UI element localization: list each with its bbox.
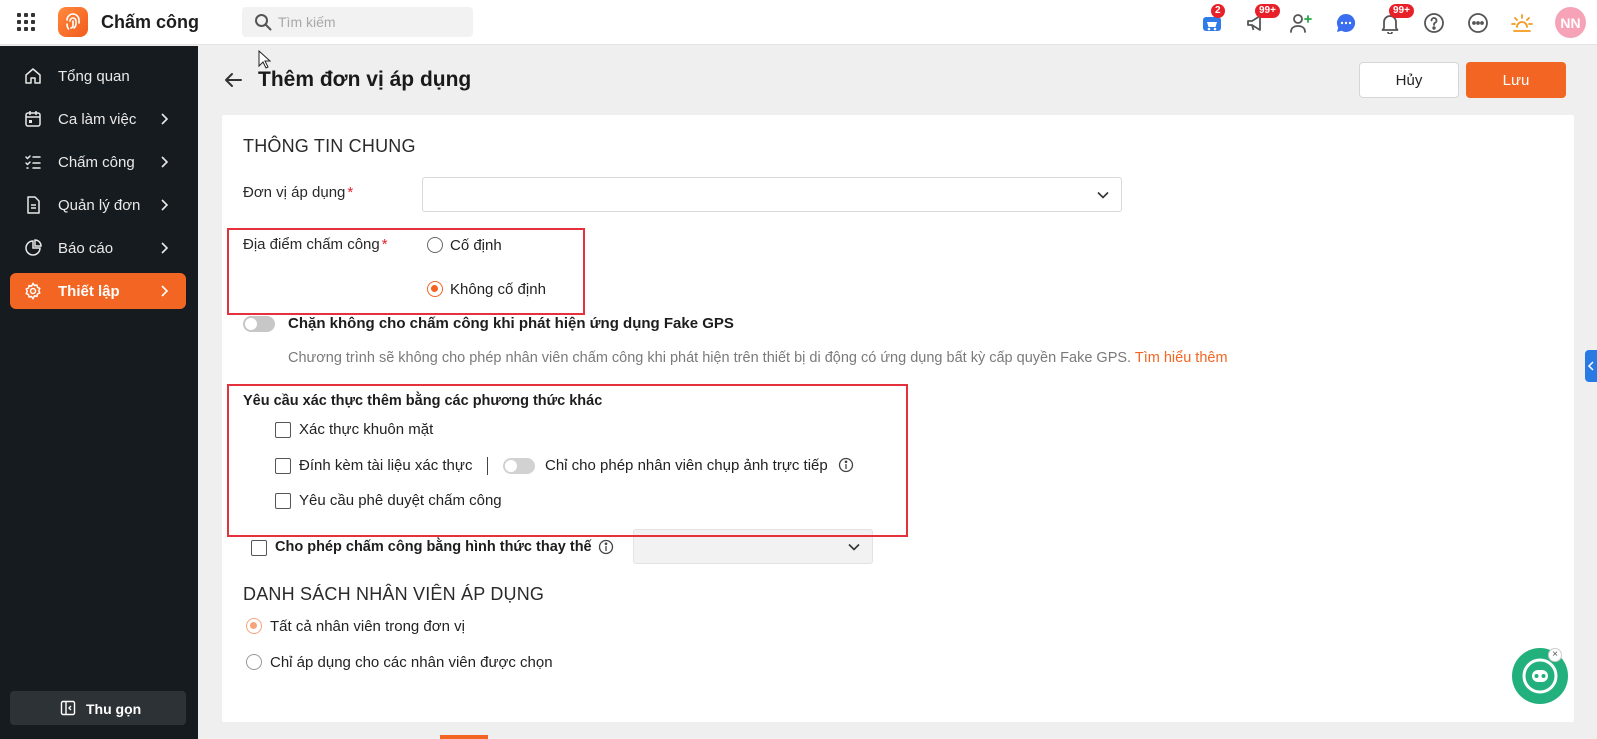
top-bar: Chấm công 2 99+ 99+ NN (0, 0, 1597, 45)
back-arrow-icon[interactable] (222, 69, 244, 91)
unit-field-label: Đơn vị áp dụng * (243, 184, 354, 201)
chevron-right-icon (161, 285, 169, 297)
sidebar-item-label: Tổng quan (58, 68, 130, 85)
highlight-box (227, 228, 585, 315)
sidebar-item-label: Ca làm việc (58, 111, 137, 128)
mouse-cursor-icon (258, 50, 272, 69)
megaphone-icon[interactable]: 99+ (1243, 4, 1280, 36)
fake-gps-label: Chặn không cho chấm công khi phát hiện ứ… (288, 315, 734, 332)
checklist-icon (25, 155, 41, 169)
search-icon (255, 14, 272, 31)
lightbulb-icon[interactable] (1509, 10, 1535, 36)
collapse-icon (60, 700, 76, 716)
collapse-label: Thu gọn (86, 701, 142, 717)
sidebar: Tổng quan Ca làm việc Chấm công Quản lý … (0, 46, 198, 739)
avatar[interactable]: NN (1555, 7, 1586, 38)
calendar-icon (25, 111, 41, 127)
megaphone-badge: 99+ (1255, 4, 1280, 18)
chevron-right-icon (161, 242, 169, 254)
collapse-sidebar-button[interactable]: Thu gọn (10, 691, 186, 725)
bell-badge: 99+ (1389, 4, 1414, 18)
add-user-icon[interactable] (1288, 10, 1314, 36)
employees-all-radio[interactable] (246, 618, 262, 634)
side-panel-tab[interactable] (1585, 350, 1597, 382)
sidebar-item-overview[interactable]: Tổng quan (10, 58, 186, 94)
cart-badge: 2 (1211, 4, 1225, 18)
fake-gps-description: Chương trình sẽ không cho phép nhân viên… (288, 350, 1228, 366)
pie-chart-icon (25, 239, 42, 256)
chat-icon[interactable] (1333, 10, 1359, 36)
sidebar-item-attendance[interactable]: Chấm công (10, 144, 186, 180)
fingerprint-logo-icon (58, 7, 88, 37)
sidebar-item-label: Báo cáo (58, 240, 114, 257)
highlight-box (227, 384, 908, 537)
sidebar-item-label: Thiết lập (58, 283, 120, 300)
sidebar-item-shifts[interactable]: Ca làm việc (10, 101, 186, 137)
employees-selected-radio[interactable] (246, 654, 262, 670)
cart-icon[interactable]: 2 (1199, 4, 1225, 36)
chevron-right-icon (161, 199, 169, 211)
sidebar-item-settings[interactable]: Thiết lập (10, 273, 186, 309)
sidebar-item-label: Quản lý đơn (58, 197, 141, 214)
bell-icon[interactable]: 99+ (1377, 4, 1414, 36)
info-icon[interactable] (598, 539, 614, 555)
save-button[interactable]: Lưu (1466, 62, 1566, 98)
chevron-right-icon (161, 113, 169, 125)
learn-more-link[interactable]: Tìm hiểu thêm (1135, 350, 1228, 366)
more-icon[interactable] (1465, 10, 1491, 36)
home-icon (25, 68, 41, 84)
chevron-right-icon (161, 156, 169, 168)
chevron-down-icon (848, 543, 860, 551)
gear-icon (25, 282, 41, 300)
employees-all-label: Tất cả nhân viên trong đơn vị (270, 618, 465, 635)
app-title: Chấm công (101, 12, 200, 32)
chevron-down-icon (1097, 191, 1109, 199)
employees-section-title: DANH SÁCH NHÂN VIÊN ÁP DỤNG (243, 584, 545, 604)
bottom-accent (440, 735, 488, 739)
alt-method-label: Cho phép chấm công bằng hình thức thay t… (275, 539, 592, 555)
alt-method-checkbox[interactable] (251, 540, 267, 556)
document-icon (27, 196, 40, 214)
cancel-button[interactable]: Hủy (1359, 62, 1459, 98)
sidebar-item-requests[interactable]: Quản lý đơn (10, 187, 186, 223)
app-grid-icon[interactable] (17, 13, 35, 31)
general-section-title: THÔNG TIN CHUNG (243, 136, 416, 156)
search-input[interactable] (242, 7, 473, 37)
sidebar-item-label: Chấm công (58, 154, 135, 171)
fake-gps-toggle[interactable] (243, 316, 275, 332)
page-title: Thêm đơn vị áp dụng (258, 68, 472, 91)
close-icon[interactable]: × (1548, 648, 1562, 662)
unit-select[interactable] (422, 177, 1122, 212)
help-icon[interactable] (1421, 10, 1447, 36)
sidebar-item-reports[interactable]: Báo cáo (10, 230, 186, 266)
employees-selected-label: Chỉ áp dụng cho các nhân viên được chọn (270, 654, 553, 671)
